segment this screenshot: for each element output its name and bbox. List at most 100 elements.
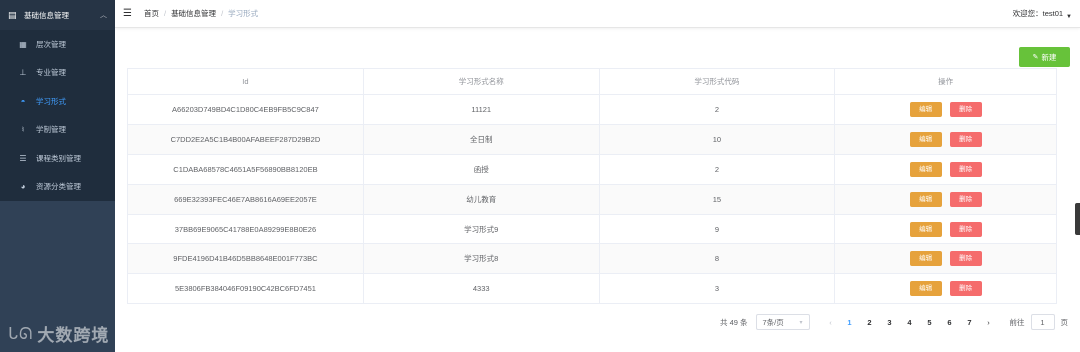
sidebar-item-resource-category[interactable]: ◕ 资源分类管理 — [0, 172, 115, 201]
column-header-name: 学习形式名称 — [362, 68, 600, 95]
cell-code: 10 — [598, 123, 836, 155]
sidebar: ▤ 基础信息管理 ︿ ▦ 层次管理 ⊥ 专业管理 ◓ 学习形式 ♮ 学制管理 ☰… — [0, 0, 115, 352]
edit-button[interactable]: 编辑 — [909, 281, 942, 297]
table-row: C7DD2E2A5C1B4B00AFABEEF287D29B2D 全日制 10 编辑删… — [127, 123, 1057, 155]
pagination-total: 共 49 条 — [720, 317, 748, 327]
column-header-id: Id — [127, 68, 364, 95]
page-number-button[interactable]: 5 — [920, 318, 940, 327]
watermark: ᒐᘏ 大数跨境 — [8, 321, 109, 346]
cell-actions: 编辑 删除 — [834, 123, 1057, 155]
page-number-button[interactable]: 1 — [840, 318, 860, 327]
sidebar-group-basic-info[interactable]: ▤ 基础信息管理 ︿ — [0, 0, 115, 30]
study-form-table: Id 学习形式名称 学习形式代码 操作 A66203D749BD4C1D80C4… — [127, 68, 1057, 305]
welcome-text: 欢迎您：test01 — [1012, 9, 1064, 18]
sidebar-item-course-category[interactable]: ☰ 课程类别管理 — [0, 144, 115, 173]
delete-button[interactable]: 删除 — [949, 251, 982, 267]
edit-button[interactable]: 编辑 — [909, 191, 942, 207]
page-number-button[interactable]: 7 — [960, 318, 980, 327]
cell-code: 8 — [598, 243, 836, 275]
breadcrumb-parent[interactable]: 基础信息管理 — [171, 8, 216, 19]
sidebar-item-label: 学习形式 — [36, 96, 66, 106]
new-button-label: 新建 — [1041, 52, 1057, 62]
column-header-actions: 操作 — [834, 68, 1057, 95]
sidebar-item-label: 学制管理 — [36, 125, 66, 135]
cell-id: C7DD2E2A5C1B4B00AFABEEF287D29B2D — [127, 123, 364, 155]
edit-button[interactable]: 编辑 — [909, 251, 942, 267]
delete-button[interactable]: 删除 — [949, 281, 982, 297]
sidebar-item-label: 专业管理 — [36, 68, 66, 78]
table-row: 5E3806FB384046F09190C42BC6FD7451 4333 3 编辑删… — [127, 273, 1057, 305]
breadcrumb-separator: / — [221, 9, 224, 18]
watermark-logo-icon: ᒐᘏ — [8, 325, 34, 343]
delete-button[interactable]: 删除 — [949, 131, 982, 147]
goto-page: 前往 1 页 — [1010, 314, 1069, 330]
goto-unit: 页 — [1060, 317, 1069, 327]
cell-id: 669E32393FEC46E7AB8616A69EE2057E — [127, 183, 364, 215]
watermark-text: 大数跨境 — [37, 326, 110, 345]
cell-id: A66203D749BD4C1D80C4EB9FB5C9C847 — [127, 94, 364, 125]
cell-id: 5E3806FB384046F09190C42BC6FD7451 — [127, 273, 364, 305]
table-row: 37BB69E9065C41788E0A89299E8B0E26 学习形式9 9 编辑… — [127, 213, 1057, 245]
sidebar-group-label: 基础信息管理 — [24, 10, 69, 20]
edit-icon: ✎ — [1032, 54, 1039, 61]
cell-code: 2 — [598, 94, 836, 125]
sidebar-item-label: 课程类别管理 — [36, 153, 81, 163]
delete-button[interactable]: 删除 — [949, 101, 982, 117]
cell-code: 2 — [598, 153, 836, 185]
cell-actions: 编辑 删除 — [834, 243, 1057, 275]
new-button[interactable]: ✎ 新建 — [1019, 47, 1070, 67]
breadcrumb-home[interactable]: 首页 — [144, 8, 159, 19]
chevron-up-icon: ︿ — [100, 12, 107, 19]
next-page-button[interactable]: › — [980, 318, 998, 327]
edit-button[interactable]: 编辑 — [909, 131, 942, 147]
side-drawer-handle[interactable] — [1075, 203, 1080, 235]
hamburger-menu-icon[interactable]: ☰ — [123, 8, 132, 19]
cell-id: C1DABA68578C4651A5F56890BB8120EB — [127, 153, 364, 185]
grid-icon: ▦ — [19, 39, 27, 49]
delete-button[interactable]: 删除 — [949, 191, 982, 207]
delete-button[interactable]: 删除 — [949, 161, 982, 177]
cell-id: 37BB69E9065C41788E0A89299E8B0E26 — [127, 213, 364, 245]
page-number-button[interactable]: 3 — [880, 318, 900, 327]
edit-button[interactable]: 编辑 — [909, 161, 942, 177]
goto-page-input[interactable]: 1 — [1030, 314, 1055, 330]
sidebar-item-level[interactable]: ▦ 层次管理 — [0, 30, 115, 59]
cell-actions: 编辑 删除 — [834, 153, 1057, 185]
breadcrumb: 首页 / 基础信息管理 / 学习形式 — [144, 8, 258, 19]
page-number-button[interactable]: 6 — [940, 318, 960, 327]
cell-name: 幼儿教育 — [362, 183, 600, 215]
sidebar-item-label: 资源分类管理 — [36, 182, 81, 192]
cell-id: 9FDE4196D41B46D5BB8648E001F773BC — [127, 243, 364, 275]
page-number-button[interactable]: 4 — [900, 318, 920, 327]
cell-name: 4333 — [362, 273, 600, 305]
sidebar-item-major[interactable]: ⊥ 专业管理 — [0, 58, 115, 87]
page-number-button[interactable]: 2 — [860, 318, 880, 327]
page-size-value: 7条/页 — [762, 317, 784, 327]
breadcrumb-separator: / — [163, 9, 167, 18]
globe-icon: ◕ — [20, 182, 26, 192]
delete-button[interactable]: 删除 — [949, 221, 982, 237]
table-header-row: Id 学习形式名称 学习形式代码 操作 — [127, 68, 1057, 95]
sidebar-item-label: 层次管理 — [36, 39, 66, 49]
caret-down-icon: ▼ — [1066, 13, 1072, 20]
cell-actions: 编辑 删除 — [834, 94, 1057, 125]
edit-button[interactable]: 编辑 — [909, 221, 942, 237]
sidebar-item-study-form[interactable]: ◓ 学习形式 — [0, 87, 115, 116]
edit-button[interactable]: 编辑 — [909, 101, 942, 117]
dashboard-icon: ◓ — [20, 96, 26, 106]
table-row: C1DABA68578C4651A5F56890BB8120EB 函授 2 编辑 删除 — [127, 153, 1057, 185]
column-header-code: 学习形式代码 — [598, 68, 836, 95]
main-content: ☰ 首页 / 基础信息管理 / 学习形式 欢迎您：test01 ▼ ✎ 新建 I… — [115, 0, 1080, 352]
table-row: 669E32393FEC46E7AB8616A69EE2057E 幼儿教育 15 编辑… — [127, 183, 1057, 215]
chevron-down-icon: ▾ — [799, 319, 803, 326]
prev-page-button[interactable]: ‹ — [822, 318, 840, 327]
cell-code: 3 — [598, 273, 836, 305]
page-size-select[interactable]: 7条/页 ▾ — [755, 314, 810, 330]
document-icon: ▤ — [8, 9, 17, 20]
user-menu[interactable]: 欢迎您：test01 ▼ — [1013, 8, 1072, 20]
cell-name: 学习形式9 — [362, 213, 600, 245]
sidebar-item-schooling[interactable]: ♮ 学制管理 — [0, 115, 115, 144]
book-icon: ♮ — [21, 125, 25, 135]
cell-code: 9 — [598, 213, 836, 245]
table-row: 9FDE4196D41B46D5BB8648E001F773BC 学习形式8 8 编辑… — [127, 243, 1057, 275]
